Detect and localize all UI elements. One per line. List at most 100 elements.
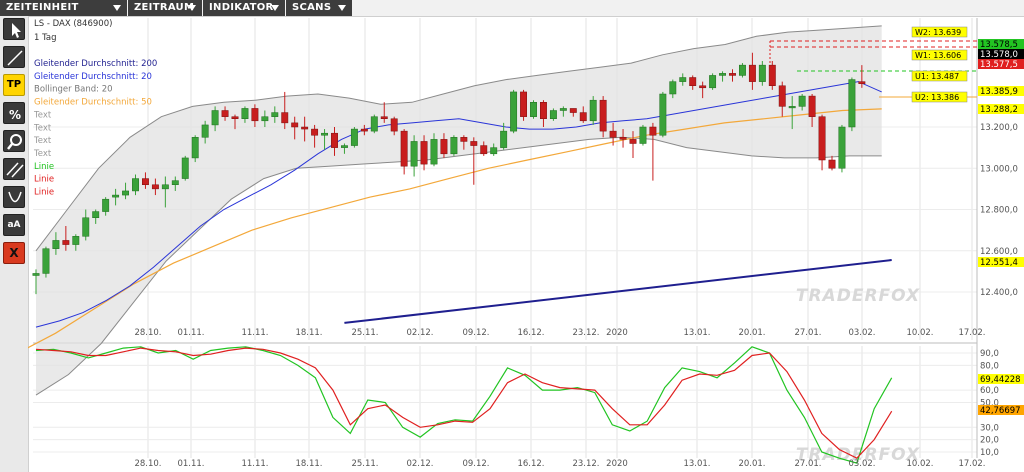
drawing-toolbar: TP % aA X — [0, 16, 29, 472]
x-tick-label: 09.12. — [462, 459, 489, 469]
candle-body — [699, 85, 707, 89]
candle-body — [569, 108, 577, 113]
x-tick-label: 25.11. — [351, 328, 378, 338]
candle-body — [331, 132, 338, 148]
cursor-tool-button[interactable] — [3, 18, 25, 40]
delete-button[interactable]: X — [3, 242, 25, 264]
candle-body — [778, 85, 786, 107]
candle-body — [430, 139, 438, 165]
candle-body — [540, 102, 547, 119]
legend-item: Linie — [34, 175, 54, 185]
svg-text:%: % — [9, 108, 21, 122]
candle-body — [171, 180, 179, 185]
chevron-down-icon — [113, 5, 121, 11]
x-tick-label: 09.12. — [462, 328, 489, 338]
curve-tool-button[interactable] — [3, 186, 25, 208]
candle-body — [151, 184, 159, 190]
percent-tool-button[interactable]: % — [3, 102, 25, 124]
candle-body — [211, 110, 219, 126]
level-label: W2: 13.639 — [915, 28, 961, 37]
candle-body — [709, 75, 717, 89]
legend-item: Text — [33, 110, 52, 120]
x-tick-label: 13.01. — [683, 328, 710, 338]
x-tick-label: 20.01. — [738, 328, 765, 338]
x-tick-label: 18.11. — [295, 328, 322, 338]
chevron-down-icon — [338, 5, 346, 11]
menu-zeitraum[interactable]: ZEITRAUM — [128, 0, 202, 16]
x-tick-label: 2020 — [606, 459, 628, 469]
candle-body — [838, 126, 846, 169]
osc-tick-label: 30,0 — [980, 423, 999, 433]
candle-body — [380, 116, 388, 119]
candle-body — [92, 211, 100, 218]
x-tick-label: 20.01. — [738, 459, 765, 469]
candle-body — [221, 110, 229, 117]
trendline-tool-button[interactable] — [3, 46, 25, 68]
zoom-tool-button[interactable] — [3, 130, 25, 152]
x-tick-label: 25.11. — [351, 459, 378, 469]
osc-tick-label: 60,0 — [980, 386, 999, 396]
candle-body — [510, 91, 518, 132]
x-tick-label: 13.01. — [683, 459, 710, 469]
candle-body — [102, 198, 110, 212]
candle-body — [589, 99, 597, 122]
menu-indikator[interactable]: INDIKATOR — [203, 0, 285, 16]
oscillator — [35, 346, 893, 464]
x-tick-label: 01.11. — [177, 328, 204, 338]
candle-body — [659, 93, 667, 136]
candle-body — [848, 79, 856, 128]
tp-button[interactable]: TP — [3, 74, 25, 96]
channel-tool-button[interactable] — [3, 158, 25, 180]
candle-body — [729, 73, 736, 76]
candle-body — [639, 126, 647, 144]
legend-item: Text — [33, 136, 52, 146]
candle-body — [599, 99, 607, 132]
x-tick-label: 11.11. — [241, 459, 268, 469]
menu-zeiteinheit[interactable]: ZEITEINHEIT — [0, 0, 127, 16]
chart-title: LS - DAX (846900) — [34, 19, 112, 29]
candle-body — [62, 240, 70, 245]
chart-area[interactable]: TRADERFOXTRADERFOX W2: 13.639W1: 13.606U… — [28, 16, 1024, 472]
candle-body — [112, 194, 120, 198]
candle-body — [32, 273, 40, 276]
y-tick-label: 12.800,0 — [980, 206, 1018, 216]
candle-body — [370, 116, 378, 132]
candle-body — [341, 145, 348, 148]
price-tag-label: 12.551,4 — [980, 258, 1018, 268]
candle-body — [748, 64, 756, 82]
candle-body — [241, 108, 249, 119]
candle-body — [669, 81, 677, 95]
x-tick-label: 28.10. — [134, 459, 161, 469]
candle-body — [42, 248, 50, 274]
menu-scans[interactable]: SCANS — [286, 0, 352, 16]
candle-body — [231, 116, 239, 119]
x-tick-label: 03.02. — [848, 459, 875, 469]
legend-item: Text — [33, 123, 52, 133]
candle-body — [201, 124, 209, 138]
candle-body — [530, 102, 537, 117]
candle-body — [629, 139, 637, 144]
candle-body — [301, 126, 309, 130]
candle-body — [808, 95, 816, 117]
menu-label: ZEITEINHEIT — [6, 2, 79, 13]
trendline-icon — [7, 50, 23, 66]
candle-body — [251, 108, 259, 122]
candle-body — [390, 118, 398, 132]
watermark: TRADERFOX — [796, 286, 920, 306]
legend-item: Gleitender Durchschnitt: 50 — [34, 98, 152, 108]
candle-body — [122, 190, 129, 196]
candle-body — [281, 112, 289, 124]
price-tag-label: 13.578,0 — [980, 50, 1018, 60]
y-tick-label: 12.400,0 — [980, 288, 1018, 298]
text-size-button[interactable]: aA — [3, 214, 25, 236]
candle-body — [579, 112, 587, 122]
x-tick-label: 27.01. — [794, 459, 821, 469]
candle-body — [798, 95, 806, 107]
x-tick-label: 28.10. — [134, 328, 161, 338]
candle-body — [470, 141, 478, 146]
x-tick-label: 03.02. — [848, 328, 875, 338]
oscillator-green-line — [35, 346, 893, 464]
x-tick-label: 16.12. — [517, 328, 544, 338]
menu-label: SCANS — [292, 2, 332, 13]
osc-tick-label: 20,0 — [980, 436, 999, 446]
